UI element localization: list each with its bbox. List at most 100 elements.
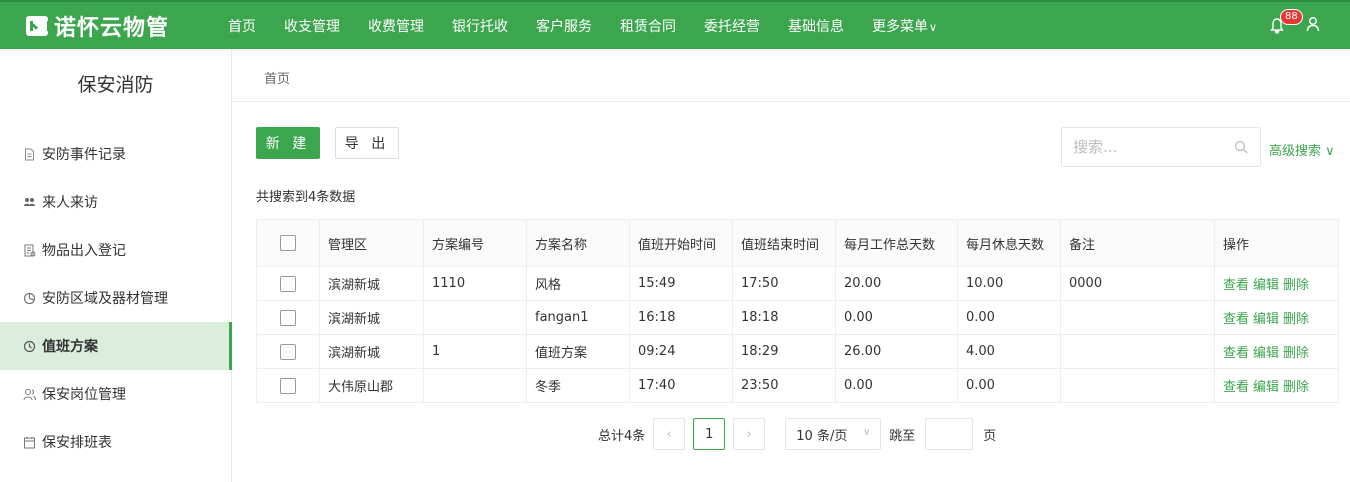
nav-more-menu[interactable]: 更多菜单∨ [858,16,951,36]
nav-charges[interactable]: 收费管理 [354,16,438,36]
view-link[interactable]: 查看 [1223,380,1249,395]
cell-rest-days: 0.00 [957,368,1061,403]
column-header[interactable]: 方案名称 [526,219,630,267]
sidebar-item-area-equipment[interactable]: 安防区域及器材管理 [0,274,231,322]
sidebar: 保安消防 安防事件记录 来人来访 物品出入登记 安防区域及器材管理 值班方案 保… [0,49,232,482]
prev-page-button[interactable]: ‹ [653,418,686,450]
cell-end-time: 23:50 [732,368,836,403]
sidebar-item-label: 保安排班表 [42,435,112,451]
chevron-down-icon: ∨ [929,20,938,34]
table-row: 滨湖新城 fangan1 16:18 18:18 0.00 0.00 查看 编辑删… [256,300,1339,335]
cell-start-time: 17:40 [629,368,733,403]
row-checkbox[interactable] [280,377,296,394]
edit-link[interactable]: 编辑 [1253,346,1279,361]
edit-link[interactable]: 编辑 [1253,278,1279,293]
chevron-down-icon: ∨ [862,427,871,438]
sidebar-title: 保安消防 [77,73,154,96]
people-icon [22,387,36,401]
column-header[interactable]: 方案编号 [423,219,527,267]
column-header[interactable]: 值班开始时间 [629,219,733,267]
total-count: 总计4条 [598,428,646,444]
top-bar: 诺怀云物管 首页 收支管理 收费管理 银行托收 客户服务 租赁合同 委托经营 基… [0,0,1350,49]
logo-icon [26,16,50,36]
jump-page-input[interactable] [925,418,974,450]
cell-rest-days: 10.00 [957,266,1061,301]
sidebar-item-label: 安防区域及器材管理 [42,291,168,307]
nav-entrusted-operation[interactable]: 委托经营 [690,16,774,36]
result-count: 共搜索到4条数据 [256,190,356,205]
delete-link[interactable]: 删除 [1283,346,1309,361]
cell-plan-name: 冬季 [526,368,630,403]
cell-rest-days: 0.00 [957,300,1061,335]
sidebar-item-guard-posts[interactable]: 保安岗位管理 [0,370,231,418]
nav-home[interactable]: 首页 [214,16,270,36]
nav-lease-contract[interactable]: 租赁合同 [606,16,690,36]
sidebar-item-label: 值班方案 [42,339,98,355]
page-unit-label: 页 [983,428,997,444]
cell-rest-days: 4.00 [957,334,1061,369]
column-header[interactable]: 管理区 [319,219,424,267]
advanced-search-link[interactable]: 高级搜索 ∨ [1269,140,1335,159]
row-checkbox[interactable] [280,275,296,292]
column-header[interactable]: 值班结束时间 [732,219,836,267]
nav-finance[interactable]: 收支管理 [270,16,354,36]
view-link[interactable]: 查看 [1223,278,1249,293]
row-checkbox[interactable] [280,309,296,326]
edit-link[interactable]: 编辑 [1253,380,1279,395]
view-link[interactable]: 查看 [1223,346,1249,361]
sidebar-item-guard-schedule[interactable]: 保安排班表 [0,418,231,466]
column-header[interactable]: 每月休息天数 [957,219,1061,267]
new-button[interactable]: 新 建 [256,127,320,159]
delete-link[interactable]: 删除 [1283,278,1309,293]
edit-link[interactable]: 编辑 [1253,312,1279,327]
sidebar-item-security-events[interactable]: 安防事件记录 [0,130,231,178]
cell-management-area: 滨湖新城 [319,266,424,301]
pagination: 总计4条 ‹ 1 › 10 条/页 ∨ 跳至 页 [598,418,996,450]
row-checkbox-cell [256,368,320,403]
row-checkbox[interactable] [280,343,296,360]
cell-start-time: 16:18 [629,300,733,335]
advanced-search-label: 高级搜索 [1269,144,1322,159]
page-size-select[interactable]: 10 条/页 ∨ [785,418,882,450]
cell-management-area: 滨湖新城 [319,300,424,335]
export-button[interactable]: 导 出 [335,127,399,159]
header-checkbox-cell [256,219,320,267]
chevron-left-icon: ‹ [666,426,672,442]
notification-button[interactable]: 88 [1270,8,1303,34]
cell-work-days: 20.00 [835,266,958,301]
delete-link[interactable]: 删除 [1283,380,1309,395]
logo[interactable]: 诺怀云物管 [26,12,169,41]
delete-link[interactable]: 删除 [1283,312,1309,327]
top-right-tools: 88 [1270,2,1320,49]
row-checkbox-cell [256,300,320,335]
column-header[interactable]: 备注 [1060,219,1215,267]
column-header[interactable]: 每月工作总天数 [835,219,958,267]
schedule-icon [22,435,36,449]
cell-work-days: 0.00 [835,300,958,335]
user-button[interactable] [1306,16,1320,36]
nav-basic-info[interactable]: 基础信息 [774,16,858,36]
cell-plan-number [423,300,527,335]
search-box [1061,127,1261,167]
cell-plan-name: 风格 [526,266,630,301]
table-row: 滨湖新城 1110 风格 15:49 17:50 20.00 10.00 000… [256,266,1339,301]
cell-remark [1060,368,1215,403]
page-button-current[interactable]: 1 [693,418,726,450]
document-icon [22,147,36,161]
search-input[interactable] [1062,128,1222,166]
select-all-checkbox[interactable] [280,235,296,251]
sidebar-item-goods-register[interactable]: 物品出入登记 [0,226,231,274]
view-link[interactable]: 查看 [1223,312,1249,327]
next-page-button[interactable]: › [733,418,766,450]
table-row: 滨湖新城 1 值班方案 09:24 18:29 26.00 4.00 查看 编辑删… [256,334,1339,369]
nav-customer-service[interactable]: 客户服务 [522,16,606,36]
main-nav: 首页 收支管理 收费管理 银行托收 客户服务 租赁合同 委托经营 基础信息 更多… [214,2,951,49]
cell-remark [1060,300,1215,335]
nav-bank-collection[interactable]: 银行托收 [438,16,522,36]
cell-management-area: 大伟原山郡 [319,368,424,403]
sidebar-item-visitors[interactable]: 来人来访 [0,178,231,226]
breadcrumb[interactable]: 首页 [264,68,290,87]
sidebar-item-duty-plan[interactable]: 值班方案 [0,322,232,370]
table-header-row: 管理区 方案编号 方案名称 值班开始时间 值班结束时间 每月工作总天数 每月休息… [256,219,1339,267]
search-icon[interactable] [1234,140,1248,154]
